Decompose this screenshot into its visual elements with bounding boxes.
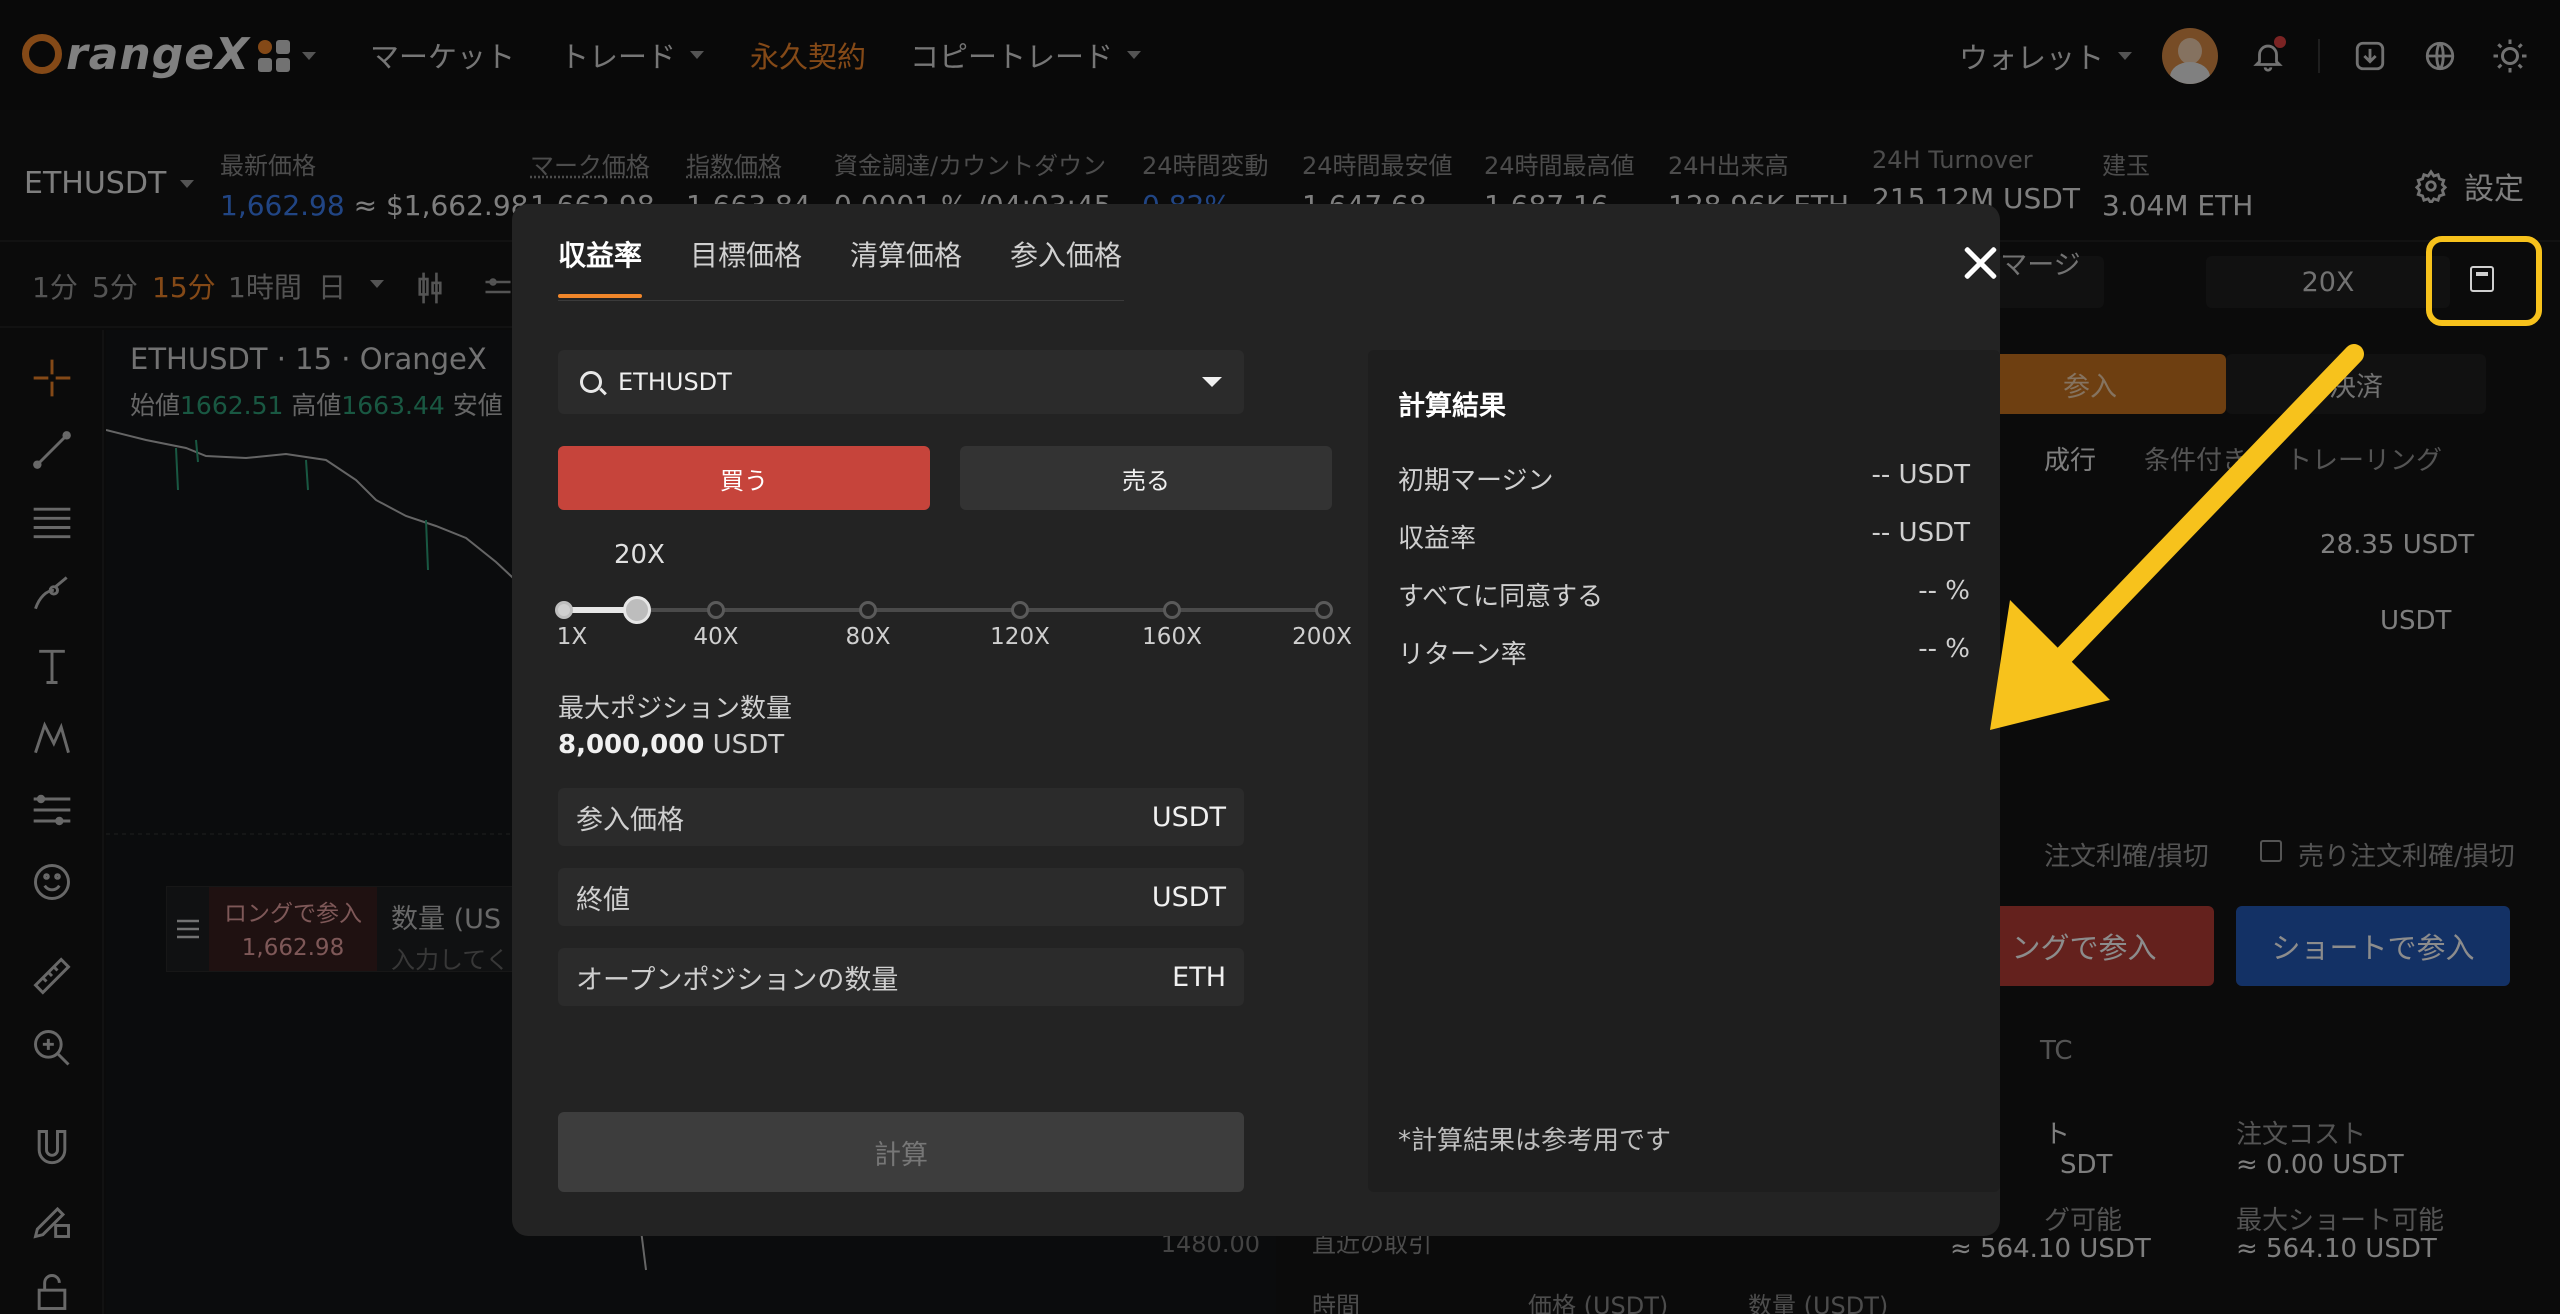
result-value: -- USDT (1871, 518, 1970, 548)
result-label: すべてに同意する (1398, 582, 1604, 612)
slider-tick-label: 200X (1292, 624, 1352, 650)
slider-tick-label: 160X (1142, 624, 1202, 650)
max-position-value: 8,000,000 USDT (558, 730, 784, 760)
buy-button[interactable]: 買う (558, 446, 930, 510)
sell-button[interactable]: 売る (960, 446, 1332, 510)
search-icon (580, 371, 602, 393)
slider-stop[interactable] (707, 601, 725, 619)
position-qty-field[interactable]: オープンポジションの数量 ETH (558, 948, 1244, 1006)
position-qty-label: オープンポジションの数量 (576, 964, 899, 996)
result-row: すべてに同意する -- % (1398, 576, 1970, 613)
slider-stop[interactable] (1315, 601, 1333, 619)
slider-track (564, 608, 1324, 612)
result-panel: 計算結果 初期マージン -- USDT 収益率 -- USDT すべてに同意する --… (1368, 350, 2000, 1192)
slider-stop[interactable] (1163, 601, 1181, 619)
result-value: -- % (1918, 634, 1970, 664)
exit-price-label: 終値 (576, 884, 630, 916)
leverage-value: 20X (614, 540, 665, 570)
close-icon[interactable] (1956, 240, 2004, 288)
result-label: 初期マージン (1398, 466, 1554, 496)
slider-stop[interactable] (1011, 601, 1029, 619)
result-value: -- USDT (1871, 460, 1970, 490)
result-disclaimer: *計算結果は参考用です (1398, 1126, 1672, 1156)
max-position-unit: USDT (712, 730, 785, 760)
result-row: 収益率 -- USDT (1398, 518, 1970, 555)
calculate-button[interactable]: 計算 (558, 1112, 1244, 1192)
entry-price-label: 参入価格 (576, 804, 684, 836)
slider-stop[interactable] (859, 601, 877, 619)
result-row: 初期マージン -- USDT (1398, 460, 1970, 497)
calculator-modal: 収益率 目標価格 清算価格 参入価格 ETHUSDT 買う 売る 20X 1X 4… (512, 204, 2000, 1236)
slider-stop[interactable] (555, 601, 573, 619)
slider-tick-label: 80X (845, 624, 891, 650)
entry-price-field[interactable]: 参入価格 USDT (558, 788, 1244, 846)
slider-thumb[interactable] (622, 596, 651, 624)
position-qty-unit: ETH (1172, 961, 1226, 993)
slider-tick-label: 120X (990, 624, 1050, 650)
result-row: リターン率 -- % (1398, 634, 1970, 671)
symbol-select[interactable]: ETHUSDT (558, 350, 1244, 414)
tab-entry-price[interactable]: 参入価格 (1010, 234, 1122, 298)
tab-pnl[interactable]: 収益率 (558, 234, 643, 298)
tab-divider (558, 300, 1124, 301)
result-value: -- % (1918, 576, 1970, 606)
slider-tick-label: 40X (693, 624, 739, 650)
tab-target-price[interactable]: 目標価格 (690, 234, 802, 298)
exit-price-field[interactable]: 終値 USDT (558, 868, 1244, 926)
result-label: リターン率 (1398, 640, 1527, 670)
result-label: 収益率 (1398, 524, 1477, 554)
tab-liquidation-price[interactable]: 清算価格 (850, 234, 962, 298)
symbol-select-value: ETHUSDT (618, 368, 732, 396)
exit-price-unit: USDT (1151, 881, 1226, 913)
max-position-amount: 8,000,000 (558, 730, 705, 760)
entry-price-unit: USDT (1151, 801, 1226, 833)
slider-tick-label: 1X (556, 624, 588, 650)
result-title: 計算結果 (1398, 391, 1506, 422)
calculator-icon[interactable] (2470, 266, 2494, 292)
leverage-slider[interactable] (555, 596, 1333, 624)
max-position-label: 最大ポジション数量 (558, 694, 793, 724)
calculator-tabs: 収益率 目標価格 清算価格 参入価格 (558, 234, 1122, 298)
chevron-down-icon (1202, 377, 1222, 387)
